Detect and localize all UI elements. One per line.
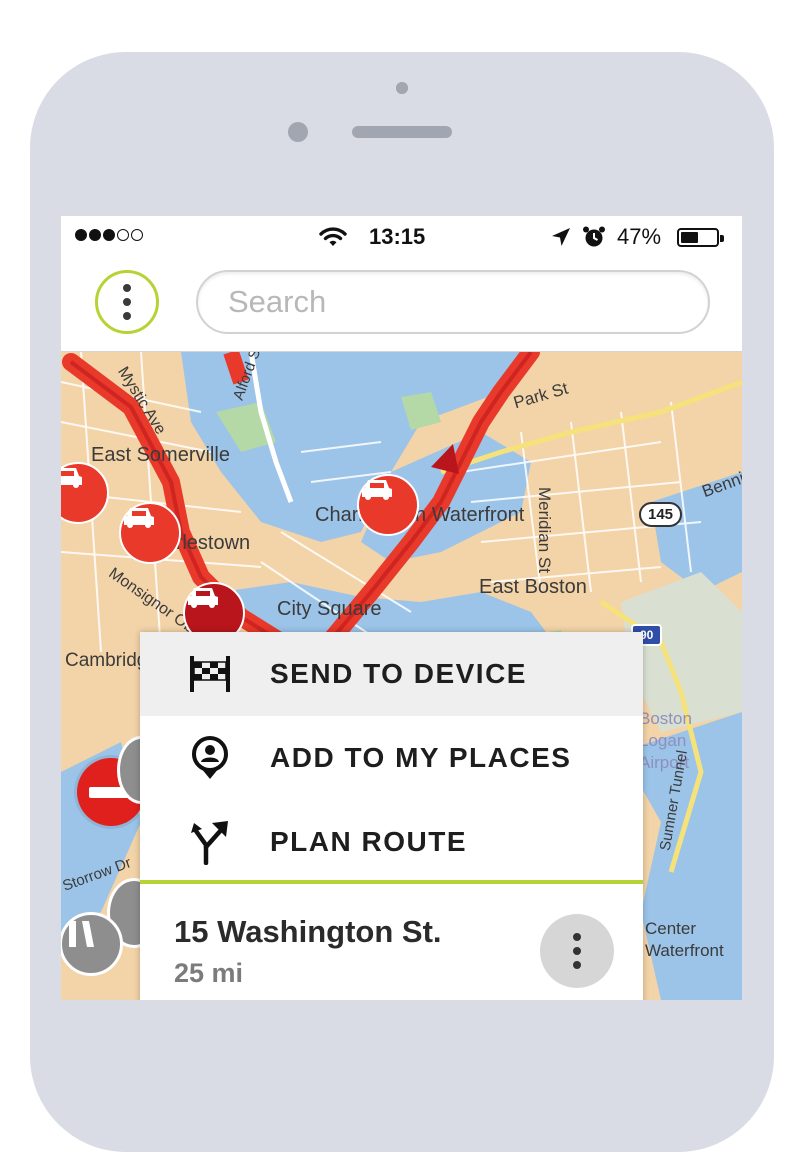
battery-percentage: 47% <box>617 224 662 249</box>
map-label-east-boston: East Boston <box>479 576 587 598</box>
map-label-logan-airport: Boston Logan Airport <box>639 709 692 772</box>
checkered-flag-icon <box>188 652 232 696</box>
map-label-meridian-st: Meridian St <box>534 487 554 573</box>
traffic-incident-marker[interactable] <box>119 502 181 564</box>
car-icon <box>124 508 154 528</box>
car-icon <box>362 480 392 500</box>
send-to-device-item[interactable]: SEND TO DEVICE <box>140 632 643 716</box>
wifi-icon <box>319 227 347 246</box>
clock-time: 13:15 <box>369 224 426 249</box>
lane-guidance-icon[interactable] <box>61 912 123 976</box>
signal-strength-icon <box>75 229 143 241</box>
place-more-options-button[interactable] <box>540 914 614 988</box>
plan-route-item[interactable]: PLAN ROUTE <box>140 800 643 884</box>
more-vertical-icon <box>573 933 581 941</box>
traffic-incident-marker[interactable] <box>357 474 419 536</box>
plan-route-label: PLAN ROUTE <box>270 826 467 857</box>
map-label-east-somerville: East Somerville <box>91 444 230 466</box>
search-header <box>61 260 742 352</box>
send-to-device-label: SEND TO DEVICE <box>270 658 527 689</box>
car-icon <box>61 468 82 488</box>
map-label-waterfront: Charlestown Waterfront <box>315 504 525 526</box>
map-label-city-square: City Square <box>277 598 382 620</box>
map-label-center-waterfront: Center Waterfront <box>645 919 724 960</box>
search-input[interactable] <box>196 270 710 334</box>
earpiece-speaker <box>352 126 452 138</box>
add-to-my-places-label: ADD TO MY PLACES <box>270 742 572 773</box>
main-menu-button[interactable] <box>95 270 159 334</box>
front-camera <box>288 122 308 142</box>
route-split-icon <box>188 820 232 865</box>
place-distance: 25 mi <box>174 958 244 988</box>
app-screen: 13:15 47% Search East Somerville Mystic … <box>61 216 742 1000</box>
menu-divider <box>140 880 643 884</box>
place-pin-icon <box>188 736 232 780</box>
battery-icon <box>677 228 724 247</box>
more-vertical-icon <box>123 284 131 292</box>
route-shield-145: 145 <box>639 502 683 527</box>
proximity-sensor-dot <box>396 82 408 94</box>
car-icon <box>188 588 218 608</box>
add-to-my-places-item[interactable]: ADD TO MY PLACES <box>140 716 643 800</box>
place-address: 15 Washington St. <box>174 914 442 949</box>
location-arrow-icon <box>552 228 570 246</box>
alarm-clock-icon <box>583 226 605 247</box>
place-context-menu: SEND TO DEVICE ADD TO MY PLACES PLAN ROU… <box>140 632 643 1000</box>
status-bar: 13:15 47% <box>61 216 742 260</box>
